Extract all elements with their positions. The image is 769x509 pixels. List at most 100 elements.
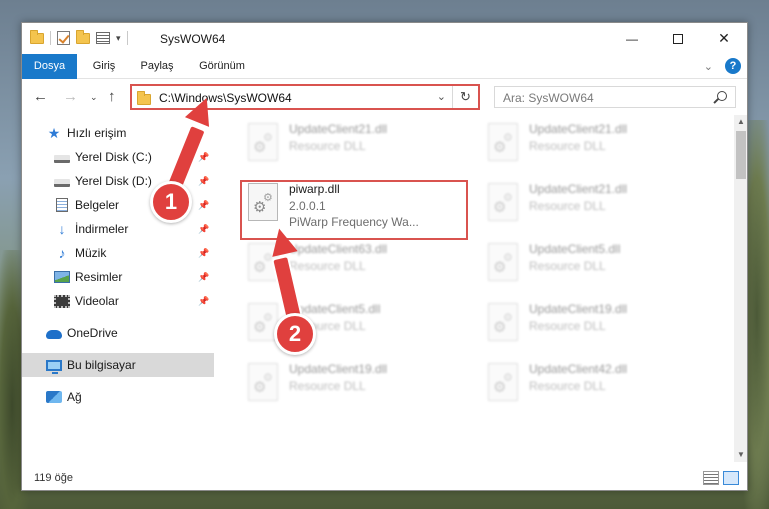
- step-badge-1: 1: [150, 181, 192, 223]
- file-name: UpdateClient19.dll: [289, 362, 388, 376]
- new-folder-icon[interactable]: [76, 29, 90, 44]
- refresh-icon[interactable]: ↻: [452, 86, 478, 108]
- drive-icon: [54, 154, 70, 163]
- file-item[interactable]: UpdateClient21.dll Resource DLL: [482, 121, 702, 173]
- chevron-down-icon[interactable]: ⌄: [704, 60, 713, 73]
- pin-icon[interactable]: 📌: [198, 152, 209, 163]
- maximize-button[interactable]: [655, 23, 701, 54]
- ribbon-right-controls: ⌄ ?: [704, 58, 741, 74]
- file-item[interactable]: UpdateClient19.dll Resource DLL: [242, 361, 462, 413]
- tab-file[interactable]: Dosya: [22, 54, 77, 79]
- sidebar-item-label: Resimler: [75, 270, 123, 284]
- file-type: Resource DLL: [529, 319, 606, 333]
- file-name: UpdateClient21.dll: [529, 182, 628, 196]
- properties-check-icon[interactable]: [57, 31, 70, 45]
- recent-locations-chevron-icon[interactable]: ⌄: [90, 92, 98, 103]
- scroll-up-icon[interactable]: ▲: [734, 115, 747, 129]
- sidebar-item-label: İndirmeler: [75, 222, 129, 236]
- scroll-thumb[interactable]: [736, 131, 746, 179]
- computer-icon: [46, 359, 62, 374]
- sidebar-item-label: Müzik: [75, 246, 107, 260]
- up-arrow-icon[interactable]: ↑: [108, 88, 116, 105]
- drive-icon: [54, 178, 70, 187]
- file-item[interactable]: UpdateClient21.dll Resource DLL: [482, 181, 702, 233]
- dll-file-icon: [488, 363, 518, 401]
- ribbon-tabs: Dosya Giriş Paylaş Görünüm ⌄ ?: [22, 54, 747, 79]
- file-type: Resource DLL: [529, 379, 606, 393]
- dll-file-icon: [488, 243, 518, 281]
- pin-icon[interactable]: 📌: [198, 224, 209, 235]
- sidebar-item-onedrive[interactable]: OneDrive: [22, 321, 214, 345]
- file-name: UpdateClient21.dll: [289, 122, 388, 136]
- sidebar-item-label: Bu bilgisayar: [67, 358, 136, 372]
- maximize-icon: [673, 33, 683, 44]
- vertical-scrollbar[interactable]: ▲ ▼: [734, 115, 747, 462]
- scroll-down-icon[interactable]: ▼: [734, 448, 747, 462]
- sidebar-item-pictures[interactable]: Resimler 📌: [22, 265, 214, 289]
- pin-icon[interactable]: 📌: [198, 272, 209, 283]
- close-button[interactable]: ✕: [701, 23, 747, 54]
- pin-icon[interactable]: 📌: [198, 296, 209, 307]
- customize-toolbar-caret-icon[interactable]: ▾: [116, 33, 121, 44]
- dll-file-icon: [248, 363, 278, 401]
- file-name: UpdateClient63.dll: [289, 242, 388, 256]
- help-icon[interactable]: ?: [725, 58, 741, 74]
- window-title: SysWOW64: [160, 32, 226, 46]
- file-type: Resource DLL: [289, 259, 366, 273]
- sidebar-item-videos[interactable]: Videolar 📌: [22, 289, 214, 313]
- back-arrow-icon[interactable]: ←: [33, 88, 48, 105]
- details-view-icon[interactable]: [703, 471, 719, 485]
- forward-arrow-icon[interactable]: →: [63, 88, 78, 105]
- file-item[interactable]: UpdateClient42.dll Resource DLL: [482, 361, 702, 413]
- sidebar-item-label: Ağ: [67, 390, 82, 404]
- tiles-view-icon[interactable]: [723, 471, 739, 485]
- sidebar-item-downloads[interactable]: ↓ İndirmeler 📌: [22, 217, 214, 241]
- window-controls: — ✕: [609, 23, 747, 54]
- file-item[interactable]: UpdateClient21.dll Resource DLL: [242, 121, 462, 173]
- address-dropdown-chevron-icon[interactable]: ⌄: [437, 90, 446, 103]
- pin-icon[interactable]: 📌: [198, 200, 209, 211]
- music-icon: ♪: [58, 245, 66, 261]
- search-input[interactable]: Ara: SysWOW64: [494, 86, 736, 108]
- network-icon: [46, 391, 62, 403]
- view-buttons: [703, 471, 739, 485]
- title-bar: ▾ SysWOW64 — ✕: [22, 23, 747, 54]
- address-bar[interactable]: C:\Windows\SysWOW64 ⌄ ↻: [130, 84, 480, 110]
- minimize-button[interactable]: —: [609, 23, 655, 54]
- dll-file-icon: [248, 123, 278, 161]
- sidebar-item-music[interactable]: ♪ Müzik 📌: [22, 241, 214, 265]
- tab-home[interactable]: Giriş: [82, 54, 126, 79]
- quick-access-toolbar: ▾: [30, 29, 128, 45]
- dll-file-icon: [488, 123, 518, 161]
- sidebar-item-label: Videolar: [75, 294, 119, 308]
- download-icon: ↓: [58, 221, 66, 237]
- folder-icon: [30, 29, 44, 44]
- step-badge-2: 2: [274, 313, 316, 355]
- address-path[interactable]: C:\Windows\SysWOW64: [159, 91, 292, 105]
- pin-icon[interactable]: 📌: [198, 176, 209, 187]
- file-name: UpdateClient19.dll: [529, 302, 628, 316]
- view-options-icon[interactable]: [96, 32, 110, 44]
- search-icon[interactable]: [717, 91, 727, 101]
- tab-share[interactable]: Paylaş: [134, 54, 180, 79]
- navigation-bar: ← → ⌄ ↑ C:\Windows\SysWOW64 ⌄ ↻ Ara: Sys…: [22, 79, 747, 115]
- file-type: Resource DLL: [529, 199, 606, 213]
- explorer-window: ▾ SysWOW64 — ✕ Dosya Giriş Paylaş Görünü…: [21, 22, 748, 491]
- file-type: Resource DLL: [289, 139, 366, 153]
- pin-icon[interactable]: 📌: [198, 248, 209, 259]
- file-name: UpdateClient21.dll: [529, 122, 628, 136]
- dll-file-icon: [488, 183, 518, 221]
- file-type: Resource DLL: [529, 259, 606, 273]
- file-type: Resource DLL: [529, 139, 606, 153]
- sidebar-item-network[interactable]: Ağ: [22, 385, 214, 409]
- star-icon: ★: [47, 125, 61, 141]
- sidebar-item-this-pc[interactable]: Bu bilgisayar: [22, 353, 214, 377]
- separator: [50, 31, 51, 45]
- file-item[interactable]: UpdateClient19.dll Resource DLL: [482, 301, 702, 353]
- onedrive-icon: [46, 330, 62, 339]
- tab-view[interactable]: Görünüm: [192, 54, 252, 79]
- item-count: 119 öğe: [34, 472, 73, 484]
- file-item[interactable]: UpdateClient5.dll Resource DLL: [482, 241, 702, 293]
- videos-icon: [54, 294, 70, 308]
- pictures-icon: [54, 271, 70, 283]
